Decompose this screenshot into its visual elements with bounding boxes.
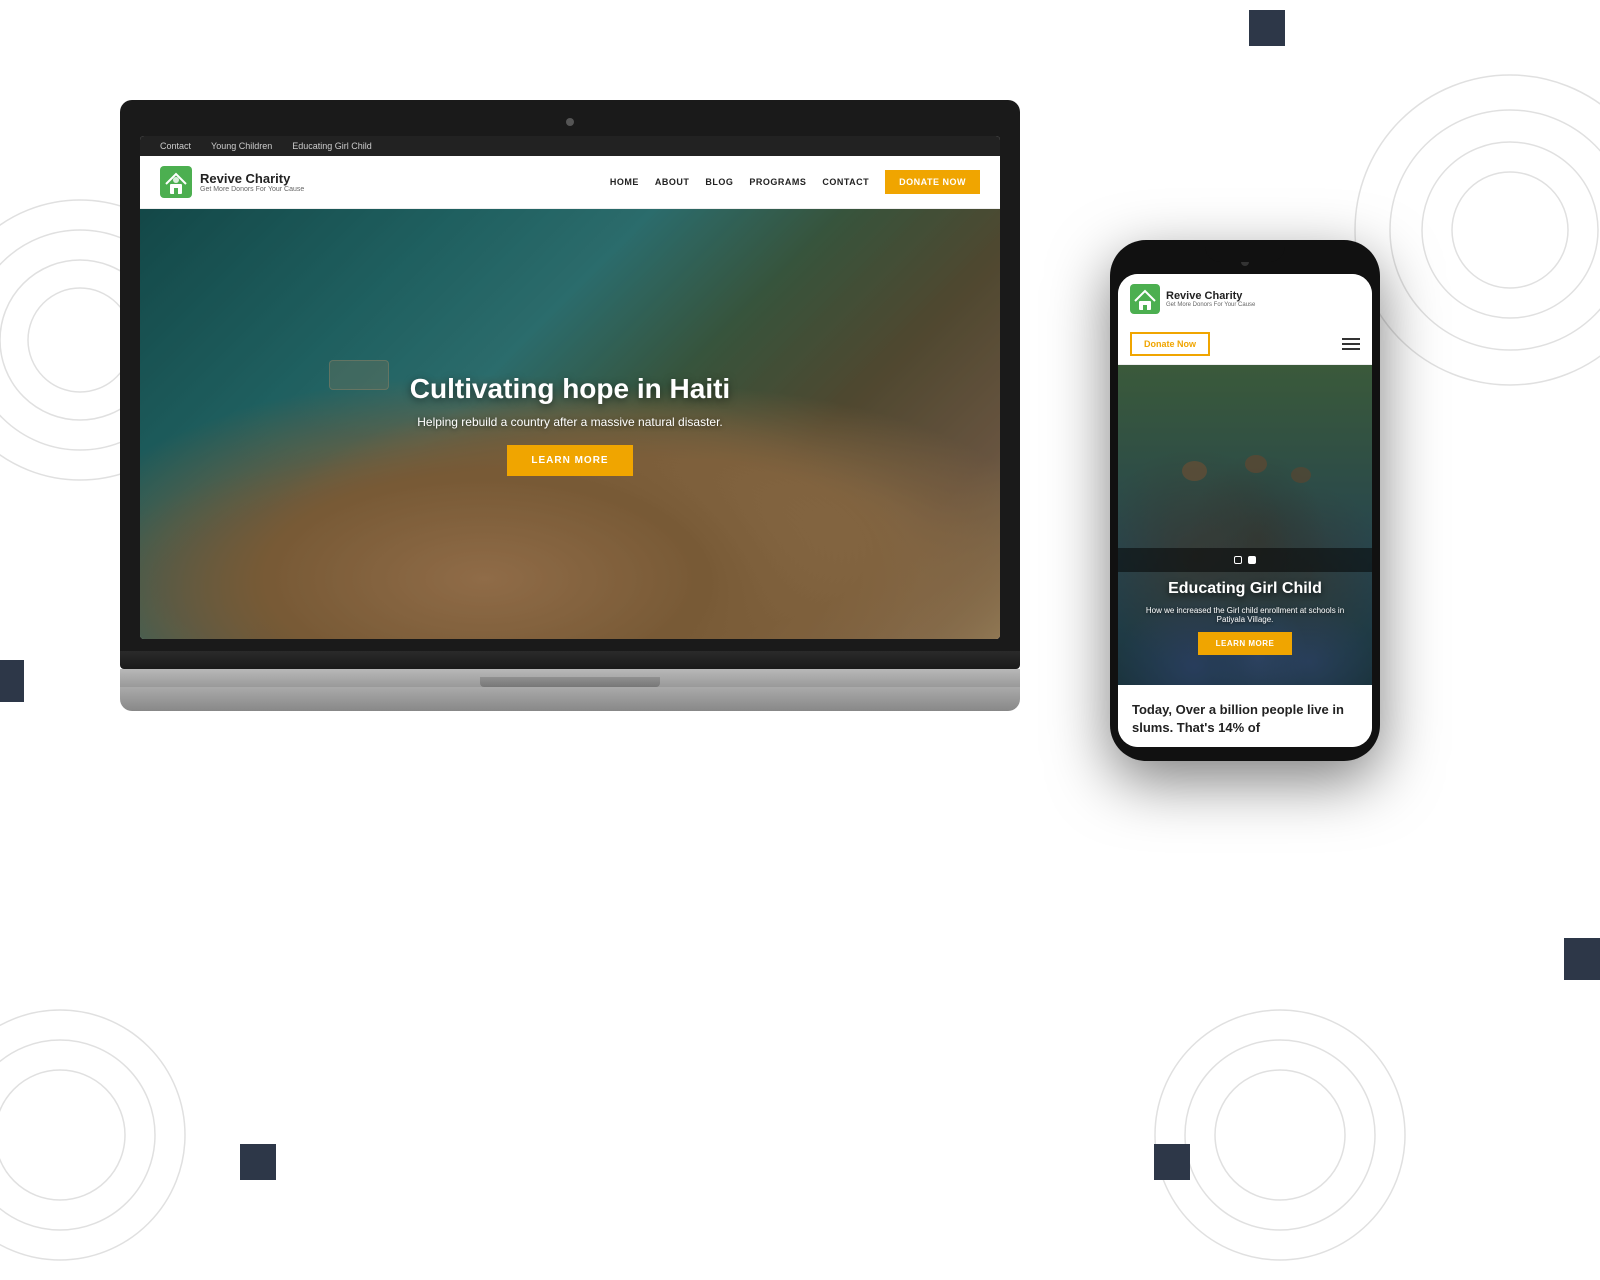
scene: Contact Young Children Educating Girl Ch… — [0, 0, 1600, 1200]
dark-square-bottom-left — [240, 1144, 276, 1180]
phone-body: Revive Charity Get More Donors For Your … — [1110, 240, 1380, 761]
phone-logo-text: Revive Charity Get More Donors For Your … — [1166, 290, 1255, 308]
laptop-hero-overlay: Cultivating hope in Haiti Helping rebuil… — [140, 209, 1000, 639]
laptop: Contact Young Children Educating Girl Ch… — [120, 100, 1020, 711]
topbar-educating[interactable]: Educating Girl Child — [292, 141, 372, 151]
laptop-camera — [566, 118, 574, 126]
circles-bottom-right — [1140, 995, 1420, 1280]
laptop-trackpad-area — [480, 677, 660, 687]
phone-navbar: Revive Charity Get More Donors For Your … — [1118, 274, 1372, 324]
nav-about[interactable]: ABOUT — [655, 177, 690, 187]
laptop-logo-text: Revive Charity Get More Donors For Your … — [200, 171, 304, 193]
dark-square-bottom-right — [1154, 1144, 1190, 1180]
phone-donate-button[interactable]: Donate Now — [1130, 332, 1210, 356]
hamburger-line-2 — [1342, 343, 1360, 345]
phone-action-row: Donate Now — [1118, 324, 1372, 365]
phone-slide-dots — [1118, 548, 1372, 572]
laptop-topbar: Contact Young Children Educating Girl Ch… — [140, 136, 1000, 156]
nav-contact[interactable]: CONTACT — [822, 177, 869, 187]
phone-dot-2[interactable] — [1248, 556, 1256, 564]
phone-logo-icon — [1130, 284, 1160, 314]
phone-notch — [1205, 240, 1285, 262]
phone-dot-1[interactable] — [1234, 556, 1242, 564]
phone-hero-title: Educating Girl Child — [1168, 580, 1322, 598]
phone-bottom-section: Today, Over a billion people live in slu… — [1118, 685, 1372, 747]
laptop-logo: Revive Charity Get More Donors For Your … — [160, 166, 304, 198]
hamburger-line-1 — [1342, 338, 1360, 340]
nav-home[interactable]: HOME — [610, 177, 639, 187]
nav-blog[interactable]: BLOG — [705, 177, 733, 187]
laptop-hero-subtitle: Helping rebuild a country after a massiv… — [417, 415, 723, 429]
phone: Revive Charity Get More Donors For Your … — [1110, 240, 1380, 761]
dark-square-left-mid — [0, 660, 24, 702]
phone-notch-bar — [1118, 254, 1372, 266]
phone-logo: Revive Charity Get More Donors For Your … — [1130, 284, 1255, 314]
laptop-nav-links: HOME ABOUT BLOG PROGRAMS CONTACT DONATE … — [610, 170, 980, 194]
topbar-young-children[interactable]: Young Children — [211, 141, 272, 151]
dark-square-right-mid — [1564, 938, 1600, 980]
phone-bottom-text: Today, Over a billion people live in slu… — [1132, 701, 1358, 737]
laptop-body: Contact Young Children Educating Girl Ch… — [120, 100, 1020, 651]
dark-square-top-right — [1249, 10, 1285, 46]
nav-programs[interactable]: PROGRAMS — [749, 177, 806, 187]
laptop-hero-learn-more-button[interactable]: LEARN MORE — [507, 445, 632, 476]
laptop-screen: Contact Young Children Educating Girl Ch… — [140, 136, 1000, 639]
phone-hero-learn-more-button[interactable]: LEARN MORE — [1198, 632, 1293, 655]
laptop-hinge — [120, 651, 1020, 669]
phone-hero-overlay: Educating Girl Child How we increased th… — [1118, 365, 1372, 685]
laptop-hero-title: Cultivating hope in Haiti — [410, 373, 730, 405]
laptop-hero: Cultivating hope in Haiti Helping rebuil… — [140, 209, 1000, 639]
laptop-base-top — [120, 669, 1020, 687]
phone-hero-subtitle: How we increased the Girl child enrollme… — [1118, 606, 1372, 624]
topbar-contact[interactable]: Contact — [160, 141, 191, 151]
laptop-donate-button[interactable]: DONATE NOW — [885, 170, 980, 194]
laptop-logo-icon — [160, 166, 192, 198]
phone-menu-button[interactable] — [1342, 338, 1360, 350]
circles-bottom-left — [0, 995, 200, 1280]
hamburger-line-3 — [1342, 348, 1360, 350]
laptop-base-bottom — [120, 687, 1020, 711]
phone-hero: Educating Girl Child How we increased th… — [1118, 365, 1372, 685]
laptop-navbar: Revive Charity Get More Donors For Your … — [140, 156, 1000, 209]
phone-screen: Revive Charity Get More Donors For Your … — [1118, 274, 1372, 747]
